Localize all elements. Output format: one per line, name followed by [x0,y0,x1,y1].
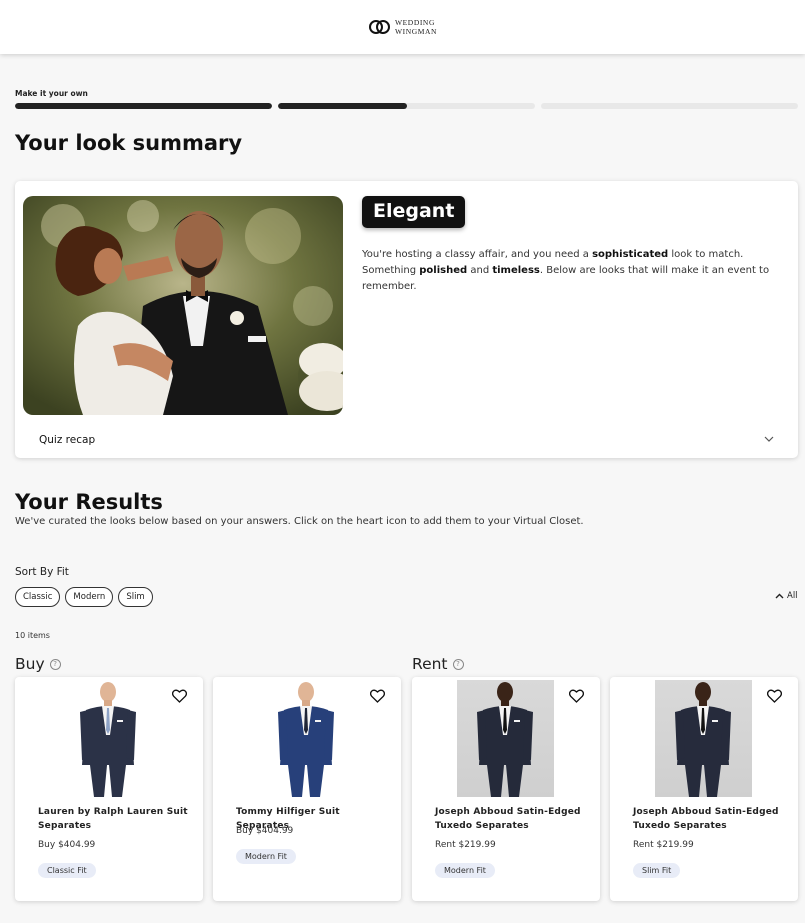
product-card[interactable]: Joseph Abboud Satin-Edged Tuxedo Separat… [412,677,600,901]
summary-emphasis: timeless [492,265,540,276]
progress-segment-1 [15,103,272,109]
product-card[interactable]: Tommy Hilfiger Suit Separates Buy $404.9… [213,677,401,901]
wedding-rings-icon [368,20,390,34]
all-label: All [787,591,798,601]
summary-title: Your look summary [15,131,243,155]
progress-segment-2 [278,103,535,109]
heart-icon[interactable] [767,689,782,703]
product-name[interactable]: Lauren by Ralph Lauren Suit Separates [38,805,198,833]
chip-modern[interactable]: Modern [65,587,114,607]
product-image[interactable] [457,680,554,797]
item-count: 10 items [15,631,50,640]
summary-text-part: You're hosting a classy affair, and you … [362,249,593,260]
heart-icon[interactable] [172,689,187,703]
product-price: Rent $219.99 [435,840,496,850]
fit-badge: Modern Fit [236,849,296,864]
look-summary-card: Elegant You're hosting a classy affair, … [15,181,798,458]
chevron-down-icon[interactable] [763,433,775,445]
product-price: Buy $404.99 [38,840,96,850]
step-label: Make it your own [15,89,88,98]
chevron-up-icon [775,593,784,598]
buy-label: Buy [15,655,45,673]
quiz-recap-toggle[interactable]: Quiz recap [39,434,95,446]
product-card[interactable]: Joseph Abboud Satin-Edged Tuxedo Separat… [610,677,798,901]
site-header: WEDDING WINGMAN [0,0,805,54]
heart-icon[interactable] [569,689,584,703]
heart-icon[interactable] [370,689,385,703]
summary-emphasis: sophisticated [592,249,669,260]
rent-section-heading: Rent ? [412,655,464,673]
rent-label: Rent [412,655,448,673]
buy-section-heading: Buy ? [15,655,61,673]
fit-badge: Modern Fit [435,863,495,878]
fit-filter-chips: Classic Modern Slim [15,587,153,607]
product-name[interactable]: Joseph Abboud Satin-Edged Tuxedo Separat… [633,805,793,833]
logo-line-2: WINGMAN [394,27,438,36]
style-name-badge: Elegant [362,196,466,228]
chip-slim[interactable]: Slim [118,587,153,607]
chip-classic[interactable]: Classic [15,587,61,607]
fit-badge: Classic Fit [38,863,96,878]
product-price: Buy $404.99 [236,826,294,836]
sort-by-fit-label: Sort By Fit [15,566,69,578]
progress-segment-3 [541,103,798,109]
results-subtitle: We've curated the looks below based on y… [15,516,584,527]
summary-text-part: and [467,265,493,276]
product-name[interactable]: Joseph Abboud Satin-Edged Tuxedo Separat… [435,805,595,833]
summary-description: You're hosting a classy affair, and you … [362,247,772,295]
all-toggle[interactable]: All [775,591,798,601]
logo-wordmark: WEDDING WINGMAN [395,18,437,36]
product-card[interactable]: Lauren by Ralph Lauren Suit Separates Bu… [15,677,203,901]
product-price: Rent $219.99 [633,840,694,850]
help-circle-icon[interactable]: ? [452,658,464,670]
help-circle-icon[interactable]: ? [49,658,61,670]
results-title: Your Results [15,490,163,514]
product-image[interactable] [60,680,157,797]
wedding-wingman-logo[interactable]: WEDDING WINGMAN [368,18,437,36]
fit-badge: Slim Fit [633,863,681,878]
logo-line-1: WEDDING [394,18,435,27]
summary-emphasis: polished [419,265,468,276]
product-image[interactable] [258,680,355,797]
hero-couple-image [23,196,343,415]
product-image[interactable] [655,680,752,797]
